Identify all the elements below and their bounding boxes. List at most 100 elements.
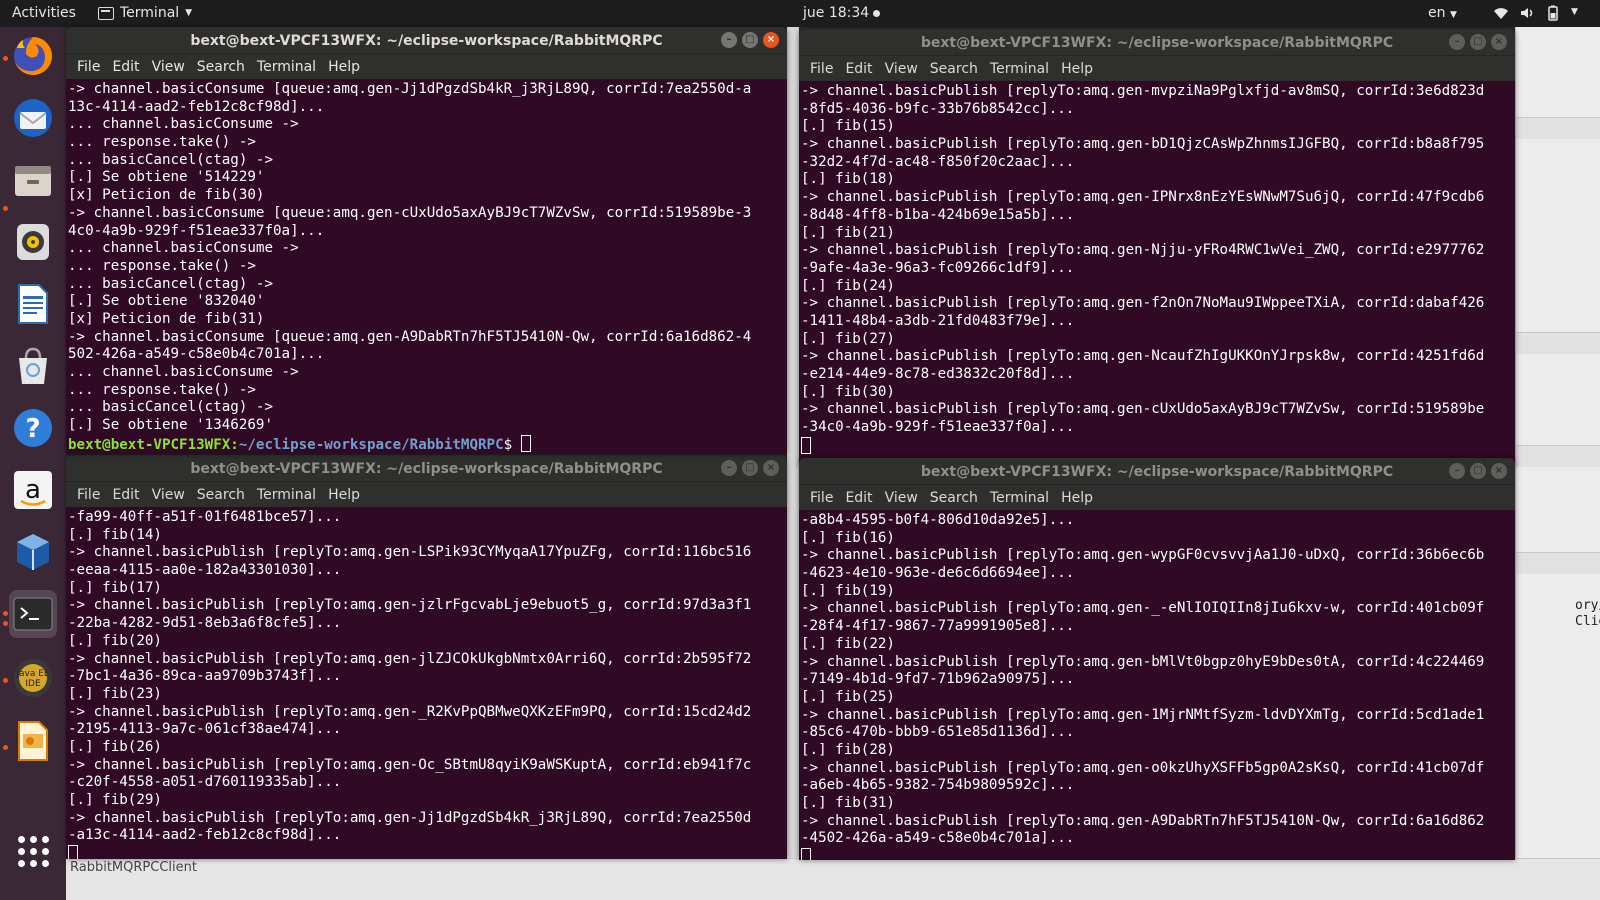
dock-help[interactable]: ? bbox=[9, 404, 57, 452]
terminal-output[interactable]: -a8b4-4595-b0f4-806d10da92e5]... [.] fib(… bbox=[799, 510, 1515, 860]
menu-help[interactable]: Help bbox=[322, 54, 366, 79]
dock-files[interactable] bbox=[9, 156, 57, 204]
system-tray[interactable]: ▼ bbox=[1493, 5, 1578, 21]
menu-edit[interactable]: Edit bbox=[839, 485, 878, 510]
terminal-icon bbox=[98, 6, 114, 20]
background-eclipse-window[interactable] bbox=[1515, 27, 1600, 900]
menu-search[interactable]: Search bbox=[924, 485, 984, 510]
window-title: bext@bext-VPCF13WFX: ~/eclipse-workspace… bbox=[190, 33, 663, 49]
menu-view[interactable]: View bbox=[146, 482, 191, 507]
dock-firefox[interactable] bbox=[9, 32, 57, 80]
terminal-output[interactable]: -> channel.basicPublish [replyTo:amq.gen… bbox=[799, 81, 1515, 466]
dock-ubuntu-software[interactable] bbox=[9, 342, 57, 390]
maximize-button[interactable]: □ bbox=[742, 460, 758, 476]
menu-help[interactable]: Help bbox=[322, 482, 366, 507]
menu-edit[interactable]: Edit bbox=[106, 482, 145, 507]
clock-label: jue 18:34 bbox=[803, 5, 870, 21]
menu-bar: File Edit View Search Terminal Help bbox=[66, 54, 787, 79]
menu-view[interactable]: View bbox=[879, 485, 924, 510]
menu-terminal[interactable]: Terminal bbox=[251, 54, 322, 79]
menu-search[interactable]: Search bbox=[191, 482, 251, 507]
window-titlebar[interactable]: bext@bext-VPCF13WFX: ~/eclipse-workspace… bbox=[799, 458, 1515, 485]
terminal-line: [.] fib(19) bbox=[801, 582, 895, 599]
close-button[interactable]: × bbox=[1491, 463, 1507, 479]
menu-help[interactable]: Help bbox=[1055, 56, 1099, 81]
dock-show-applications[interactable] bbox=[9, 827, 57, 875]
prompt-path: ~/eclipse-workspace/RabbitMQRPC bbox=[238, 436, 504, 453]
terminal-line: [x] Peticion de fib(31) bbox=[68, 310, 265, 327]
activities-button[interactable]: Activities bbox=[12, 5, 76, 21]
terminal-output[interactable]: -> channel.basicConsume [queue:amq.gen-J… bbox=[66, 79, 787, 454]
libreoffice-writer-icon bbox=[18, 284, 48, 324]
terminal-line: -> channel.basicPublish [replyTo:amq.gen… bbox=[801, 295, 1485, 312]
maximize-button[interactable]: □ bbox=[742, 32, 758, 48]
terminal-line: -> channel.basicPublish [replyTo:amq.gen… bbox=[68, 597, 752, 614]
close-button[interactable]: × bbox=[1491, 34, 1507, 50]
eclipse-pane-header bbox=[1516, 445, 1600, 467]
menu-file[interactable]: File bbox=[71, 482, 106, 507]
terminal-window-top-right[interactable]: bext@bext-VPCF13WFX: ~/eclipse-workspace… bbox=[799, 29, 1515, 466]
dock-amazon[interactable]: a bbox=[9, 466, 57, 514]
maximize-button[interactable]: □ bbox=[1470, 34, 1486, 50]
terminal-line: -fa99-40ff-a51f-01f6481bce57]... bbox=[68, 509, 342, 525]
background-window-gap bbox=[787, 27, 799, 858]
close-button[interactable]: × bbox=[763, 460, 779, 476]
menu-edit[interactable]: Edit bbox=[839, 56, 878, 81]
terminal-line: [.] Se obtiene '832040' bbox=[68, 293, 265, 310]
terminal-line: -> channel.basicPublish [replyTo:amq.gen… bbox=[801, 812, 1485, 829]
terminal-line: ... channel.basicConsume -> bbox=[68, 240, 299, 257]
terminal-window-top-left[interactable]: bext@bext-VPCF13WFX: ~/eclipse-workspace… bbox=[66, 27, 787, 454]
menu-view[interactable]: View bbox=[146, 54, 191, 79]
dock-terminal[interactable] bbox=[9, 590, 57, 638]
eclipse-javaee-icon: Java EEIDE bbox=[14, 659, 52, 697]
minimize-button[interactable]: – bbox=[721, 32, 737, 48]
menu-terminal[interactable]: Terminal bbox=[984, 485, 1055, 510]
menu-help[interactable]: Help bbox=[1055, 485, 1099, 510]
app-menu[interactable]: Terminal ▼ bbox=[98, 5, 192, 21]
terminal-output[interactable]: -fa99-40ff-a51f-01f6481bce57]... [.] fib(… bbox=[66, 507, 787, 859]
show-applications-icon bbox=[17, 835, 49, 867]
dock-thunderbird[interactable] bbox=[9, 94, 57, 142]
window-titlebar[interactable]: bext@bext-VPCF13WFX: ~/eclipse-workspace… bbox=[66, 27, 787, 54]
dock-impress[interactable] bbox=[9, 717, 57, 765]
running-indicator bbox=[3, 621, 8, 626]
help-icon: ? bbox=[14, 409, 52, 447]
menu-terminal[interactable]: Terminal bbox=[984, 56, 1055, 81]
dock-writer[interactable] bbox=[9, 280, 57, 328]
maximize-button[interactable]: □ bbox=[1470, 463, 1486, 479]
menu-file[interactable]: File bbox=[71, 54, 106, 79]
menu-terminal[interactable]: Terminal bbox=[251, 482, 322, 507]
close-button[interactable]: × bbox=[763, 32, 779, 48]
terminal-line: -> channel.basicPublish [replyTo:amq.gen… bbox=[801, 136, 1485, 153]
window-titlebar[interactable]: bext@bext-VPCF13WFX: ~/eclipse-workspace… bbox=[799, 29, 1515, 56]
menu-view[interactable]: View bbox=[879, 56, 924, 81]
terminal-window-bottom-left[interactable]: bext@bext-VPCF13WFX: ~/eclipse-workspace… bbox=[66, 455, 787, 859]
terminal-line: ... basicCancel(ctag) -> bbox=[68, 151, 273, 168]
terminal-line: [.] Se obtiene '1346269' bbox=[68, 417, 273, 434]
terminal-line: -8fd5-4036-b9fc-33b76b8542cc]... bbox=[801, 100, 1075, 117]
eclipse-snippet-line: ory/com bbox=[1575, 598, 1600, 613]
language-selector[interactable]: en ▼ bbox=[1428, 5, 1457, 21]
terminal-line: -85c6-470b-bbb9-651e85d1136d]... bbox=[801, 724, 1075, 741]
menu-file[interactable]: File bbox=[804, 485, 839, 510]
window-titlebar[interactable]: bext@bext-VPCF13WFX: ~/eclipse-workspace… bbox=[66, 455, 787, 482]
dock-rhythmbox[interactable] bbox=[9, 218, 57, 266]
running-indicator bbox=[3, 611, 8, 616]
minimize-button[interactable]: – bbox=[721, 460, 737, 476]
dock-eclipse[interactable]: Java EE IDE bbox=[9, 654, 57, 702]
terminal-line: -c20f-4558-a051-d760119335ab]... bbox=[68, 774, 342, 791]
menu-search[interactable]: Search bbox=[191, 54, 251, 79]
virtualbox-icon bbox=[17, 534, 49, 570]
eclipse-pane-header bbox=[1516, 332, 1600, 354]
terminal-line: [.] fib(31) bbox=[801, 795, 895, 811]
menu-file[interactable]: File bbox=[804, 56, 839, 81]
terminal-window-bottom-right[interactable]: bext@bext-VPCF13WFX: ~/eclipse-workspace… bbox=[799, 458, 1515, 860]
dock-virtualbox[interactable] bbox=[9, 528, 57, 576]
clock[interactable]: jue 18:34 bbox=[803, 5, 881, 21]
battery-icon bbox=[1548, 5, 1558, 21]
menu-edit[interactable]: Edit bbox=[106, 54, 145, 79]
svg-text:a: a bbox=[25, 475, 41, 505]
menu-search[interactable]: Search bbox=[924, 56, 984, 81]
minimize-button[interactable]: – bbox=[1449, 463, 1465, 479]
minimize-button[interactable]: – bbox=[1449, 34, 1465, 50]
